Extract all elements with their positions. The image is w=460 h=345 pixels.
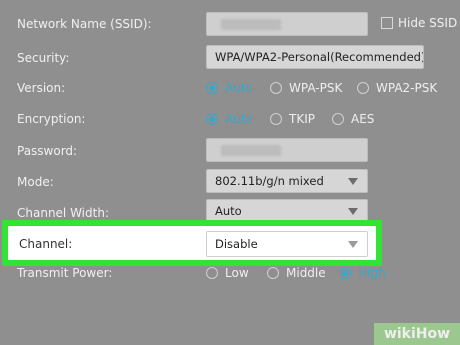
- security-row: Security: WPA/WPA2-Personal(Recommended): [0, 42, 460, 74]
- security-field[interactable]: WPA/WPA2-Personal(Recommended): [206, 45, 424, 69]
- encryption-label: Encryption:: [17, 112, 86, 126]
- password-label: Password:: [17, 144, 78, 158]
- chevron-down-icon: [348, 241, 358, 248]
- radio-icon: [357, 82, 369, 94]
- channel-width-value: Auto: [215, 204, 242, 218]
- hide-ssid-checkbox[interactable]: [381, 17, 393, 29]
- radio-selected-icon: [339, 267, 351, 279]
- ssid-blurred-value: [221, 19, 281, 30]
- radio-selected-icon: [206, 82, 218, 94]
- mode-value: 802.11b/g/n mixed: [215, 174, 324, 188]
- version-label: Version:: [17, 81, 66, 95]
- version-row: Version: Auto WPA-PSK WPA2-PSK: [17, 81, 438, 95]
- radio-icon: [206, 267, 218, 279]
- password-blurred-value: [221, 145, 281, 156]
- channel-value: Disable: [215, 237, 258, 251]
- security-label: Security:: [17, 51, 70, 65]
- mode-select[interactable]: 802.11b/g/n mixed: [206, 169, 368, 193]
- password-input[interactable]: [206, 138, 368, 162]
- ssid-label: Network Name (SSID):: [17, 17, 152, 31]
- ssid-input[interactable]: [206, 12, 368, 36]
- password-row: Password:: [0, 138, 460, 170]
- hide-ssid-label: Hide SSID: [398, 16, 458, 30]
- channel-width-label: Channel Width:: [17, 206, 109, 220]
- transmit-power-label: Transmit Power:: [17, 266, 113, 280]
- radio-icon: [270, 113, 282, 125]
- radio-icon: [267, 267, 279, 279]
- radio-icon: [332, 113, 344, 125]
- mode-label: Mode:: [17, 175, 54, 189]
- radio-icon: [270, 82, 282, 94]
- chevron-down-icon: [348, 208, 358, 215]
- wikihow-watermark: wikiHow: [374, 323, 460, 345]
- channel-select[interactable]: Disable: [206, 231, 368, 257]
- channel-label: Channel:: [19, 237, 73, 251]
- chevron-down-icon: [348, 178, 358, 185]
- channel-highlight: Channel: Disable: [2, 220, 382, 266]
- mode-row: Mode: 802.11b/g/n mixed: [0, 168, 460, 200]
- radio-selected-icon: [206, 113, 218, 125]
- transmit-power-row: Transmit Power: Low Middle High: [17, 266, 386, 280]
